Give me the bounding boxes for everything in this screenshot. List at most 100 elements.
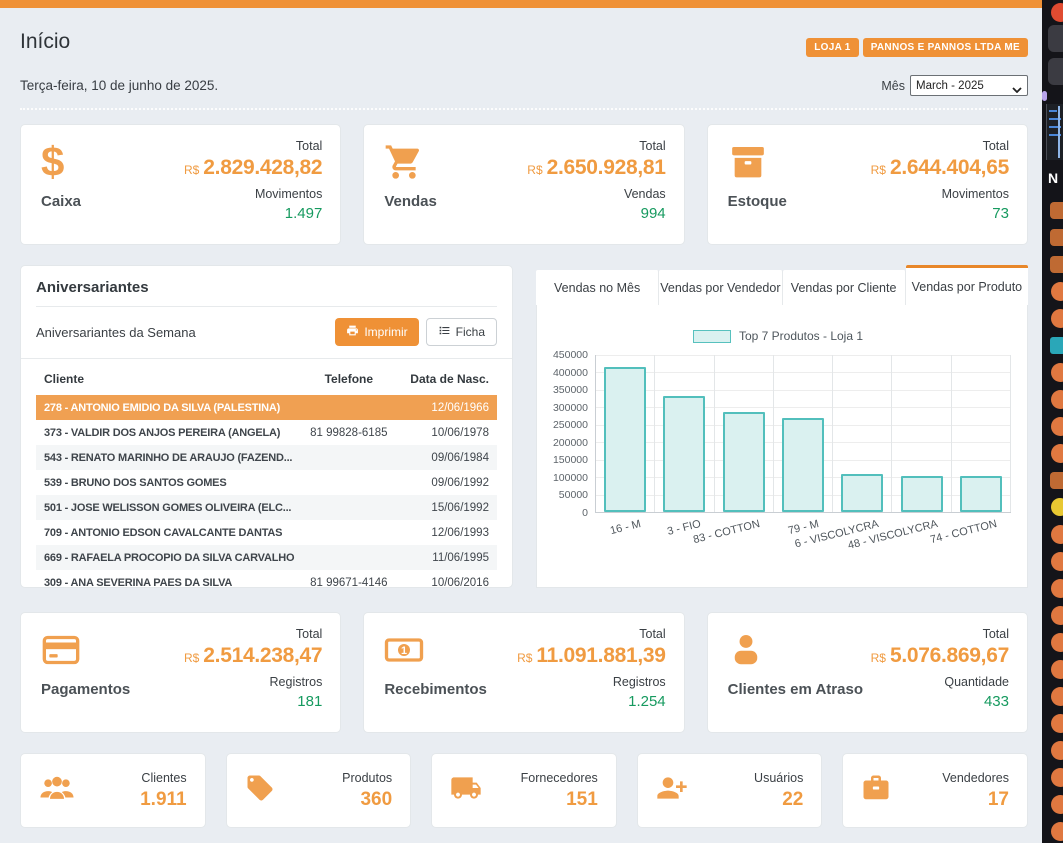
browser-tab-icon[interactable] [1042,360,1063,387]
page-title: Início [20,30,70,54]
currency-label: R$ [871,651,886,665]
company-badge[interactable]: PANNOS E PANNOS LTDA ME [863,38,1028,57]
chart-bar [604,367,646,512]
total-value: 2.514.238,47 [203,644,322,667]
table-row[interactable]: 669 - RAFAELA PROCOPIO DA SILVA CARVALHO… [36,545,497,570]
current-date: Terça-feira, 10 de junho de 2025. [20,78,218,93]
x-tick-label: 83 - COTTON [692,518,761,546]
chart-legend: Top 7 Produtos - Loja 1 [545,329,1011,343]
kpi-label: Pagamentos [41,681,130,698]
table-row[interactable]: 501 - JOSE WELISSON GOMES OLIVEIRA (ELC.… [36,495,497,520]
browser-tab-icon[interactable] [1042,657,1063,684]
count-value: 433 [871,693,1009,710]
table-row[interactable]: 539 - BRUNO DOS SANTOS GOMES09/06/1992 [36,470,497,495]
browser-tab-icon[interactable] [1042,603,1063,630]
mini-card-vendedores[interactable]: Vendedores 17 [842,753,1028,828]
mini-label: Vendedores [942,771,1009,785]
browser-tab-icon[interactable] [1042,819,1063,843]
money-bill-icon: 1 [384,627,487,673]
browser-tab-icon[interactable] [1042,765,1063,792]
browser-tab-icon[interactable] [1042,225,1063,252]
browser-tab-icon[interactable] [1042,576,1063,603]
tab-0[interactable]: Vendas no Mês [536,270,659,305]
browser-tab-icon[interactable] [1042,198,1063,225]
tab-3[interactable]: Vendas por Produto [906,265,1028,305]
dollar-icon: $ [41,141,64,183]
y-tick-label: 200000 [553,437,588,449]
total-label: Total [517,627,666,641]
mini-value: 360 [342,789,392,811]
tab-1[interactable]: Vendas por Vendedor [659,270,782,305]
currency-label: R$ [184,651,199,665]
tab-2[interactable]: Vendas por Cliente [783,270,906,305]
count-value: 994 [527,205,665,222]
kpi-label: Recebimentos [384,681,487,698]
table-row[interactable]: 309 - ANA SEVERINA PAES DA SILVA81 99671… [36,570,497,595]
table-row[interactable]: 543 - RENATO MARINHO DE ARAUJO (FAZEND..… [36,445,497,470]
browser-tab-icon[interactable] [1042,522,1063,549]
browser-tab-icon[interactable]: N [1042,162,1063,198]
mini-card-usuarios[interactable]: Usuários 22 [637,753,823,828]
count-label: Movimentos [871,187,1009,201]
browser-tab-icon[interactable] [1042,414,1063,441]
browser-tab-icon[interactable] [1042,495,1063,522]
tag-icon [245,773,275,808]
browser-tab-icon[interactable] [1042,387,1063,414]
mini-card-clientes[interactable]: Clientes 1.911 [20,753,206,828]
mini-value: 22 [754,789,803,811]
kpi-card-pagamentos: Pagamentos Total R$2.514.238,47 Registro… [20,612,341,733]
browser-tab-icon[interactable] [1042,684,1063,711]
total-value: 2.644.404,65 [890,156,1009,179]
currency-label: R$ [184,163,199,177]
store-badge[interactable]: LOJA 1 [806,38,858,57]
svg-text:1: 1 [401,645,407,657]
browser-tab-icon[interactable] [1042,549,1063,576]
browser-tab-icon[interactable] [1042,102,1063,162]
browser-tab-icon[interactable] [1042,333,1063,360]
kpi-card-clientes-atraso: Clientes em Atraso Total R$5.076.869,67 … [707,612,1028,733]
kpi-label: Vendas [384,193,437,210]
browser-tab-icon[interactable] [1042,738,1063,765]
truck-icon [450,772,482,809]
browser-tab-icon[interactable] [1042,90,1063,102]
browser-tab-icon[interactable] [1042,630,1063,657]
mini-card-produtos[interactable]: Produtos 360 [226,753,412,828]
ficha-button[interactable]: Ficha [426,318,497,346]
count-label: Registros [184,675,322,689]
briefcase-icon [861,773,891,808]
box-icon [728,139,787,185]
table-row[interactable]: 373 - VALDIR DOS ANJOS PEREIRA (ANGELA)8… [36,420,497,445]
browser-tab-icon[interactable] [1042,792,1063,819]
browser-tab-icon[interactable] [1042,306,1063,333]
browser-tab-icon[interactable] [1042,252,1063,279]
chart-plot [595,355,1011,513]
kpi-card-estoque: Estoque Total R$2.644.404,65 Movimentos … [707,124,1028,245]
browser-tab-icon[interactable] [1042,279,1063,306]
chart-bar [782,418,824,512]
kpi-label: Estoque [728,193,787,210]
browser-tab-icon[interactable] [1042,711,1063,738]
table-row[interactable]: 278 - ANTONIO EMIDIO DA SILVA (PALESTINA… [36,395,497,420]
user-plus-icon [656,772,688,809]
mini-label: Usuários [754,771,803,785]
browser-tab-icon[interactable] [1042,22,1063,55]
chart-xaxis: 16 - M3 - FIO83 - COTTON79 - M6 - VISCOL… [596,513,1011,553]
month-select[interactable]: March - 2025 [910,75,1028,96]
mini-card-fornecedores[interactable]: Fornecedores 151 [431,753,617,828]
y-tick-label: 0 [582,507,588,519]
currency-label: R$ [517,651,532,665]
table-row[interactable]: 709 - ANTONIO EDSON CAVALCANTE DANTAS12/… [36,520,497,545]
browser-tab-icon[interactable] [1042,55,1063,90]
y-tick-label: 100000 [553,472,588,484]
browser-tab-icon[interactable] [1042,468,1063,495]
browser-tab-icon[interactable] [1042,441,1063,468]
currency-label: R$ [871,163,886,177]
y-tick-label: 350000 [553,384,588,396]
users-icon [39,774,75,807]
printer-icon [346,324,359,340]
chart-yaxis: 4500004000003500003000002500002000001500… [545,355,595,513]
y-tick-label: 50000 [559,489,588,501]
y-tick-label: 250000 [553,419,588,431]
browser-tab-icon[interactable] [1042,0,1063,22]
print-button[interactable]: Imprimir [335,318,418,346]
